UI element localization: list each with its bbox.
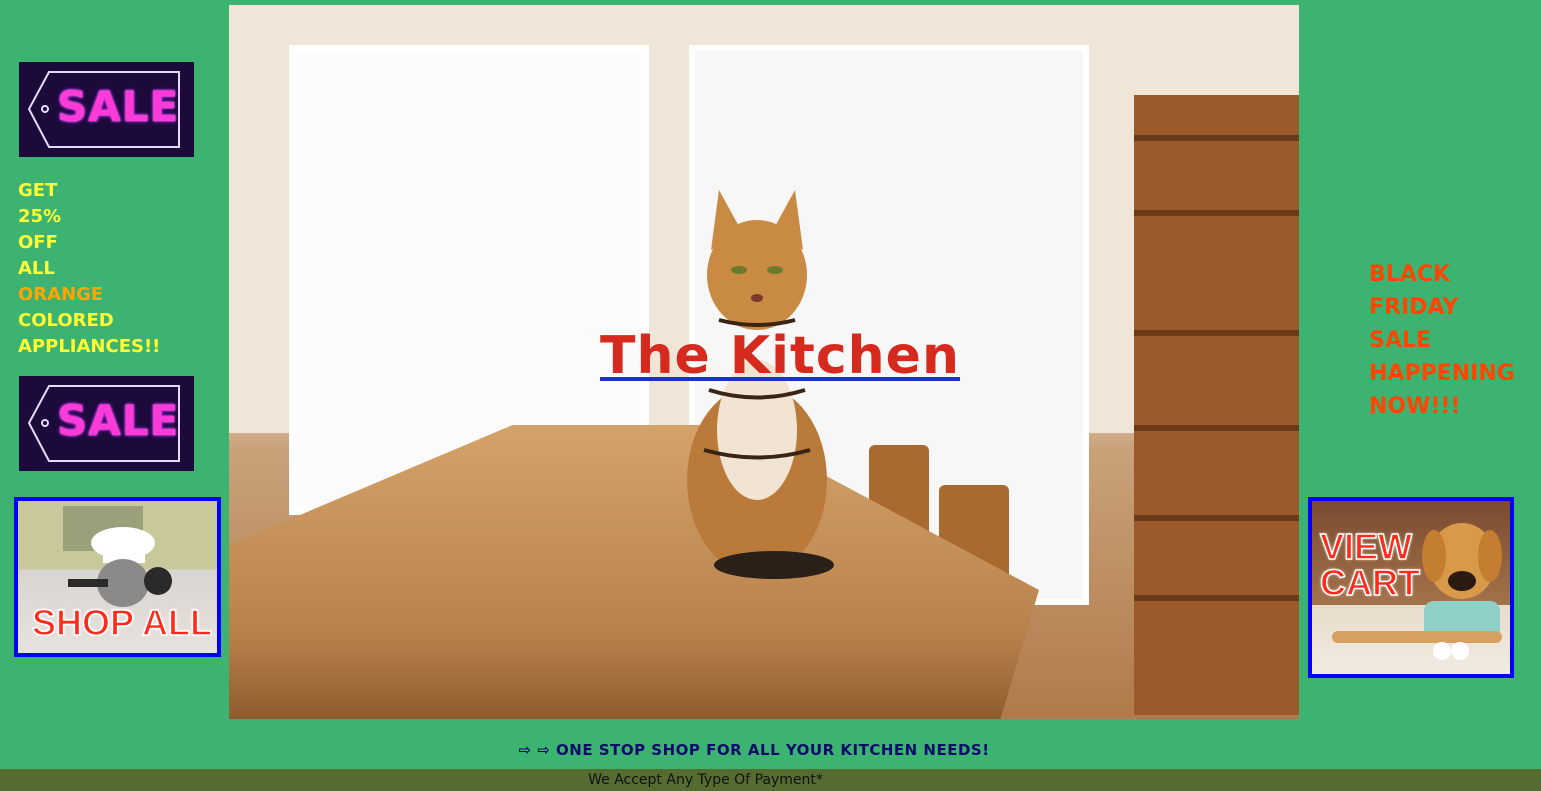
shop-all-label: SHOP ALL bbox=[31, 602, 213, 643]
shop-all-button[interactable]: SHOP ALL bbox=[14, 497, 221, 657]
right-promo-line: NOW!!! bbox=[1369, 394, 1461, 419]
hero-shelf bbox=[1134, 95, 1299, 715]
sale-badge-text: SALE bbox=[57, 396, 180, 445]
left-promo-line: 25% bbox=[18, 206, 62, 227]
left-promo-line: OFF bbox=[18, 232, 58, 253]
left-promo-line: APPLIANCES!! bbox=[18, 336, 161, 357]
sale-badge-top: SALE bbox=[19, 62, 194, 157]
footer: We Accept Any Type Of Payment* bbox=[0, 769, 1541, 791]
view-cart-line: VIEW bbox=[1319, 526, 1413, 567]
right-promo-text: BLACK FRIDAY SALE HAPPENING NOW!!! bbox=[1369, 258, 1529, 423]
sale-badge-bottom: SALE bbox=[19, 376, 194, 471]
view-cart-button[interactable]: VIEW CART bbox=[1308, 497, 1514, 678]
right-promo-line: BLACK bbox=[1369, 262, 1451, 287]
page-title: The Kitchen bbox=[600, 326, 960, 386]
sale-badge-text: SALE bbox=[57, 82, 180, 131]
left-promo-text: GET 25% OFF ALL ORANGE COLORED APPLIANCE… bbox=[18, 178, 160, 360]
tagline: ⇨ ⇨ ONE STOP SHOP FOR ALL YOUR KITCHEN N… bbox=[518, 741, 990, 759]
right-promo-line: FRIDAY bbox=[1369, 295, 1459, 320]
right-promo-line: SALE bbox=[1369, 328, 1431, 353]
left-promo-line: COLORED bbox=[18, 310, 114, 331]
view-cart-line: CART bbox=[1319, 562, 1420, 603]
view-cart-label: VIEW CART bbox=[1319, 526, 1420, 603]
right-promo-line: HAPPENING bbox=[1369, 361, 1515, 386]
left-promo-highlight: ORANGE bbox=[18, 284, 104, 305]
footer-payment-text: We Accept Any Type Of Payment* bbox=[588, 772, 823, 788]
left-promo-line: ALL bbox=[18, 258, 55, 279]
left-promo-line: GET bbox=[18, 180, 58, 201]
